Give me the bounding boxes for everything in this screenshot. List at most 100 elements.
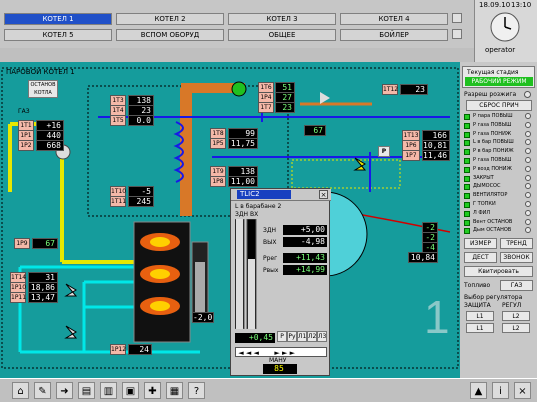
alarm-label: Р газа ПОВЫШ	[473, 121, 512, 128]
status-dot	[525, 218, 531, 225]
status-dot	[525, 148, 531, 155]
status-dot	[525, 192, 531, 199]
tab-kotel-3[interactable]: КОТЕЛ 3	[228, 13, 336, 25]
preg-value[interactable]: +11,43	[283, 253, 327, 263]
output-slider[interactable]: ◄ ◄ ◄ ► ► ►	[235, 347, 327, 357]
mode-button[interactable]: Л1	[297, 331, 307, 342]
alarm-label: Дым ОСТАНОВ	[473, 227, 512, 234]
alarm-row: Г ТОПКИ	[462, 201, 535, 209]
report-icon[interactable]: ▦	[166, 382, 183, 399]
tab-vspom[interactable]: ВСПОМ ОБОРУД	[116, 29, 224, 41]
status-dot	[525, 165, 531, 172]
dest-button[interactable]: ДЕСТ	[464, 252, 497, 263]
print-icon[interactable]: ✎	[34, 382, 51, 399]
fuel-value[interactable]: ГАЗ	[500, 280, 533, 291]
mode-button[interactable]: Р	[277, 331, 287, 342]
notes-icon[interactable]: ▤	[78, 382, 95, 399]
pout-value[interactable]: +14,99	[283, 265, 327, 275]
checkbox[interactable]	[452, 29, 462, 39]
alarm-row: ЗАКРЫТ	[462, 174, 535, 183]
value-display: 668	[36, 140, 64, 151]
alarm-row: Р газа ПОВЫШ	[462, 157, 535, 165]
status-led-icon	[464, 210, 470, 217]
valve-position-display: 67	[304, 125, 326, 136]
dialog-titlebar: TLIC2 ×	[231, 189, 331, 201]
close-icon[interactable]: ×	[319, 190, 328, 199]
mode-button[interactable]: Л2	[307, 331, 317, 342]
bell-button[interactable]: ЗВОНОК	[500, 252, 533, 263]
info-icon[interactable]: i	[492, 382, 509, 399]
alarm-row: Р газа ПОВЫШ	[462, 121, 535, 130]
alarm-row: Дым ОСТАНОВ	[462, 227, 535, 235]
tab-obshee[interactable]: ОБЩЕЕ	[228, 29, 336, 41]
stage-title: Текущая стадия	[467, 69, 519, 76]
status-led-icon	[464, 202, 470, 208]
tag-label: 1Т12	[382, 84, 399, 95]
status-dot	[525, 130, 531, 137]
tab-kotel-1[interactable]: КОТЕЛ 1	[4, 13, 112, 25]
alarm-label: Р газа ПОВЫШ	[473, 157, 512, 163]
row-label: Рвых	[263, 267, 279, 274]
book-icon[interactable]: ▥	[100, 382, 117, 399]
value-display: 67	[32, 238, 58, 249]
stage-value: РАБОЧИЙ РЕЖИМ	[465, 77, 533, 86]
tag-label: 1Р12	[110, 344, 127, 355]
alarm-label: L в бар ПОВЫШ	[473, 139, 514, 146]
tag-label: 1Р5	[210, 138, 226, 149]
measure-button[interactable]: ИЗМЕР	[464, 238, 497, 249]
close-icon[interactable]: ×	[514, 382, 531, 399]
date-text: 18.09.10	[479, 1, 511, 9]
trend-button[interactable]: ТРЕНД	[500, 238, 533, 249]
alarm-row: ВЕНТИЛЯТОР	[462, 192, 535, 200]
alarm-row: Р газа ПОНИЖ	[462, 130, 535, 139]
acknowledge-button[interactable]: Квитировать	[464, 266, 533, 277]
tools-icon[interactable]: ✚	[144, 382, 161, 399]
status-led-icon	[464, 219, 470, 226]
top-nav-bar: КОТЕЛ 1 КОТЕЛ 2 КОТЕЛ 3 КОТЕЛ 4 КОТЕЛ 5 …	[0, 0, 537, 48]
help-icon[interactable]: ?	[188, 382, 205, 399]
alarm-label: Р пара ПОВЫШ	[473, 113, 513, 119]
dialog-title: TLIC2	[237, 190, 291, 199]
tag-label: 1Р11	[10, 292, 27, 303]
tab-kotel-4[interactable]: КОТЕЛ 4	[340, 13, 448, 25]
status-led-icon	[464, 122, 470, 129]
tab-boiler[interactable]: БОЙЛЕР	[340, 29, 448, 41]
selector-button[interactable]: L1	[466, 323, 494, 333]
tag-label: 1Т11	[110, 196, 127, 207]
tab-kotel-2[interactable]: КОТЕЛ 2	[116, 13, 224, 25]
selector-button[interactable]: L2	[502, 311, 530, 321]
tag-label: 1Т7	[258, 102, 274, 113]
resolution-label: Разреш розжига	[464, 91, 517, 98]
fuel-label: Топливо	[464, 282, 491, 289]
exit-icon[interactable]: ➜	[56, 382, 73, 399]
status-led-icon	[464, 140, 470, 147]
reg-label: РЕГУЛ	[502, 302, 522, 309]
status-led-icon	[464, 228, 470, 235]
alarm-label: Р газа ПОНИЖ	[473, 130, 512, 137]
selector-button[interactable]: L1	[466, 311, 494, 321]
pin-icon[interactable]: ▲	[470, 382, 487, 399]
home-icon[interactable]: ⌂	[12, 382, 29, 399]
stage-box: Текущая стадия РАБОЧИЙ РЕЖИМ	[462, 66, 535, 88]
row-label: ВЫХ	[263, 239, 277, 246]
status-led-icon	[464, 114, 470, 120]
output-value[interactable]: -4,98	[283, 237, 327, 247]
alarm-label: Л ФИЛ	[473, 209, 491, 216]
selector-button[interactable]: L2	[502, 323, 530, 333]
status-led-icon	[464, 175, 470, 182]
reset-button[interactable]: СБРОС ПРИЧ	[466, 100, 532, 111]
checkbox[interactable]	[452, 13, 462, 23]
value-display: 13,47	[28, 292, 58, 303]
stop-boiler-button[interactable]: ОСТАНОВ КОТЛА	[28, 80, 58, 98]
p-button[interactable]: P	[378, 146, 390, 157]
alarm-row: Вент ОСТАНОВ	[462, 218, 535, 227]
monitor-icon[interactable]: ▣	[122, 382, 139, 399]
setpoint-value[interactable]: +5,00	[283, 225, 327, 235]
value-display: 10,84	[408, 252, 438, 263]
mode-button[interactable]: Ру	[287, 331, 297, 342]
protect-label: ЗАЩИТА	[464, 302, 491, 309]
tab-kotel-5[interactable]: КОТЕЛ 5	[4, 29, 112, 41]
status-dot	[525, 201, 531, 207]
mode-button[interactable]: Л3	[317, 331, 327, 342]
output-percent: 85	[263, 364, 297, 374]
